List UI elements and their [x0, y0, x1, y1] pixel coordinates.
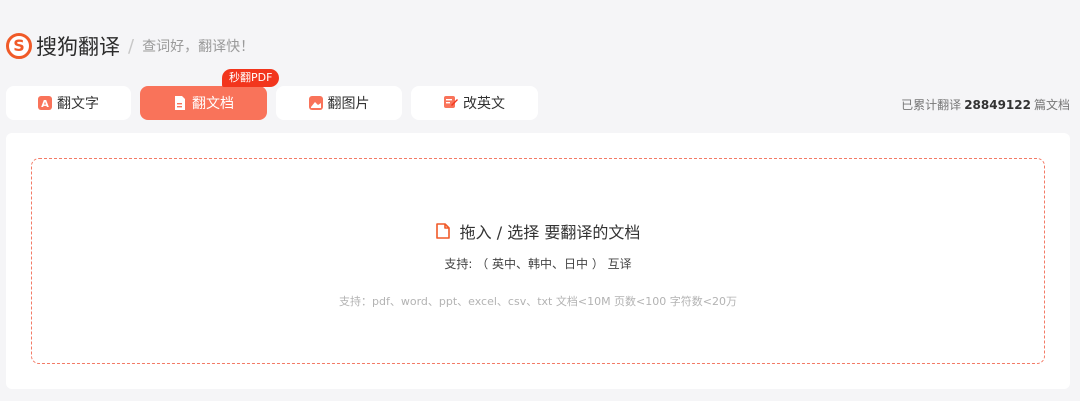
image-icon: [308, 96, 323, 110]
dropzone-title-text: 拖入 / 选择 要翻译的文档: [459, 223, 641, 242]
main-panel: 拖入 / 选择 要翻译的文档 支持: （ 英中、韩中、日中 ） 互译 支持：pd…: [6, 133, 1070, 389]
text-translate-icon: A: [38, 96, 52, 110]
header: S 搜狗翻译 / 查词好，翻译快！: [6, 28, 254, 64]
dropzone-title: 拖入 / 选择 要翻译的文档: [32, 219, 1044, 243]
slogan: 查词好，翻译快！: [142, 39, 255, 55]
tab-label: 改英文: [463, 96, 505, 112]
header-separator: /: [128, 35, 135, 57]
tab-label: 翻图片: [327, 96, 370, 112]
sogou-logo-icon[interactable]: S: [6, 33, 32, 59]
translation-counter: 已累计翻译 28849122 篇文档: [901, 96, 1070, 113]
edit-english-icon: [444, 96, 458, 110]
counter-value: 28849122: [964, 98, 1031, 112]
app-name[interactable]: 搜狗翻译: [36, 31, 120, 61]
supported-languages: 支持: （ 英中、韩中、日中 ） 互译: [444, 257, 632, 271]
tab-edit-english[interactable]: 改英文: [411, 86, 538, 120]
document-icon: [173, 96, 187, 110]
tab-translate-document[interactable]: 翻文档: [140, 86, 267, 120]
counter-suffix: 篇文档: [1033, 98, 1070, 112]
supported-formats: 支持：pdf、word、ppt、excel、csv、txt 文档<10M 页数<…: [339, 295, 737, 308]
tab-label: 翻文档: [192, 96, 234, 112]
tab-translate-image[interactable]: 翻图片: [276, 86, 402, 120]
pdf-badge: 秒翻PDF: [222, 69, 280, 87]
svg-text:A: A: [41, 99, 49, 110]
document-dropzone[interactable]: 拖入 / 选择 要翻译的文档 支持: （ 英中、韩中、日中 ） 互译 支持：pd…: [31, 158, 1045, 364]
tab-label: 翻文字: [57, 96, 99, 112]
document-icon: [435, 223, 450, 239]
counter-prefix: 已累计翻译: [901, 98, 962, 112]
tab-translate-text[interactable]: A 翻文字: [6, 86, 131, 120]
